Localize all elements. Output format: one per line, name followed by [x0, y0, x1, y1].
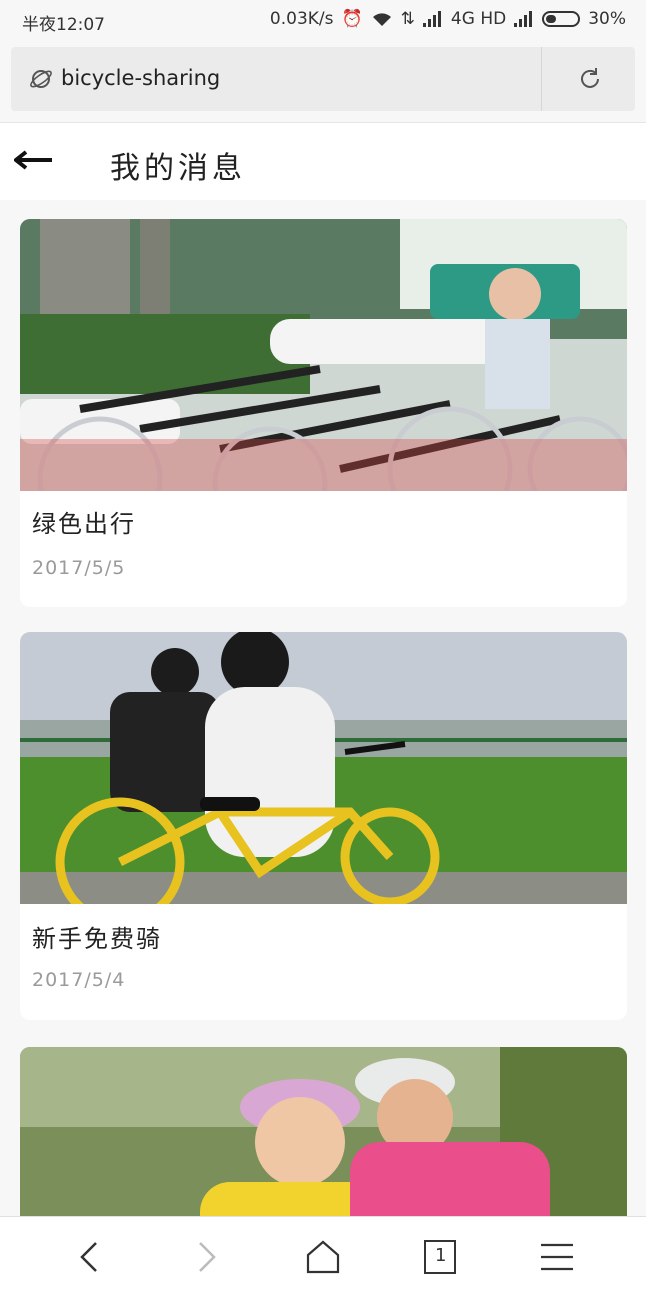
page-title: 我的消息 [110, 151, 246, 186]
signal-icon-2 [514, 11, 533, 27]
bike-station-photo [20, 219, 627, 491]
address-divider [541, 47, 542, 111]
page-header: 我的消息 [0, 122, 646, 200]
data-arrows-icon: ⇅ [400, 9, 415, 29]
message-date: 2017/5/5 [32, 557, 126, 579]
network-speed: 0.03K/s [269, 9, 334, 29]
tab-count: 1 [435, 1245, 447, 1266]
back-icon[interactable] [70, 1237, 110, 1277]
status-time: 半夜12:07 [22, 15, 105, 35]
battery-icon [542, 11, 581, 27]
planet-icon [30, 70, 52, 88]
message-card[interactable]: 绿色出行 2017/5/5 [20, 219, 627, 607]
browser-bottom-bar: 1 [0, 1216, 646, 1293]
message-feed[interactable]: 绿色出行 2017/5/5 新手免费骑 2017/5/4 [0, 200, 646, 1216]
forward-icon[interactable] [186, 1237, 226, 1277]
alarm-icon: ⏰ [341, 9, 363, 29]
url-text[interactable]: bicycle-sharing [61, 66, 220, 90]
battery-level: 30% [588, 9, 626, 29]
tabs-icon[interactable]: 1 [420, 1237, 460, 1277]
message-title: 绿色出行 [32, 510, 136, 538]
status-right: 0.03K/s ⏰ ⇅ 4G HD 30% [270, 9, 626, 29]
wifi-icon [372, 13, 391, 26]
back-arrow-icon[interactable] [14, 147, 54, 173]
message-title: 新手免费骑 [32, 925, 162, 953]
couple-riding-photo [20, 632, 627, 904]
status-bar: 半夜12:07 0.03K/s ⏰ ⇅ 4G HD 30% [0, 0, 646, 40]
message-card[interactable]: 新手免费骑 2017/5/4 [20, 632, 627, 1020]
menu-icon[interactable] [537, 1237, 577, 1277]
address-bar[interactable]: bicycle-sharing [11, 47, 635, 111]
message-date: 2017/5/4 [32, 969, 126, 991]
signal-icon [422, 11, 441, 27]
network-type: 4G HD [450, 9, 507, 29]
cyclists-helmet-photo [20, 1047, 627, 1216]
message-card[interactable] [20, 1047, 627, 1216]
home-icon[interactable] [303, 1237, 343, 1277]
reload-icon[interactable] [576, 65, 604, 93]
